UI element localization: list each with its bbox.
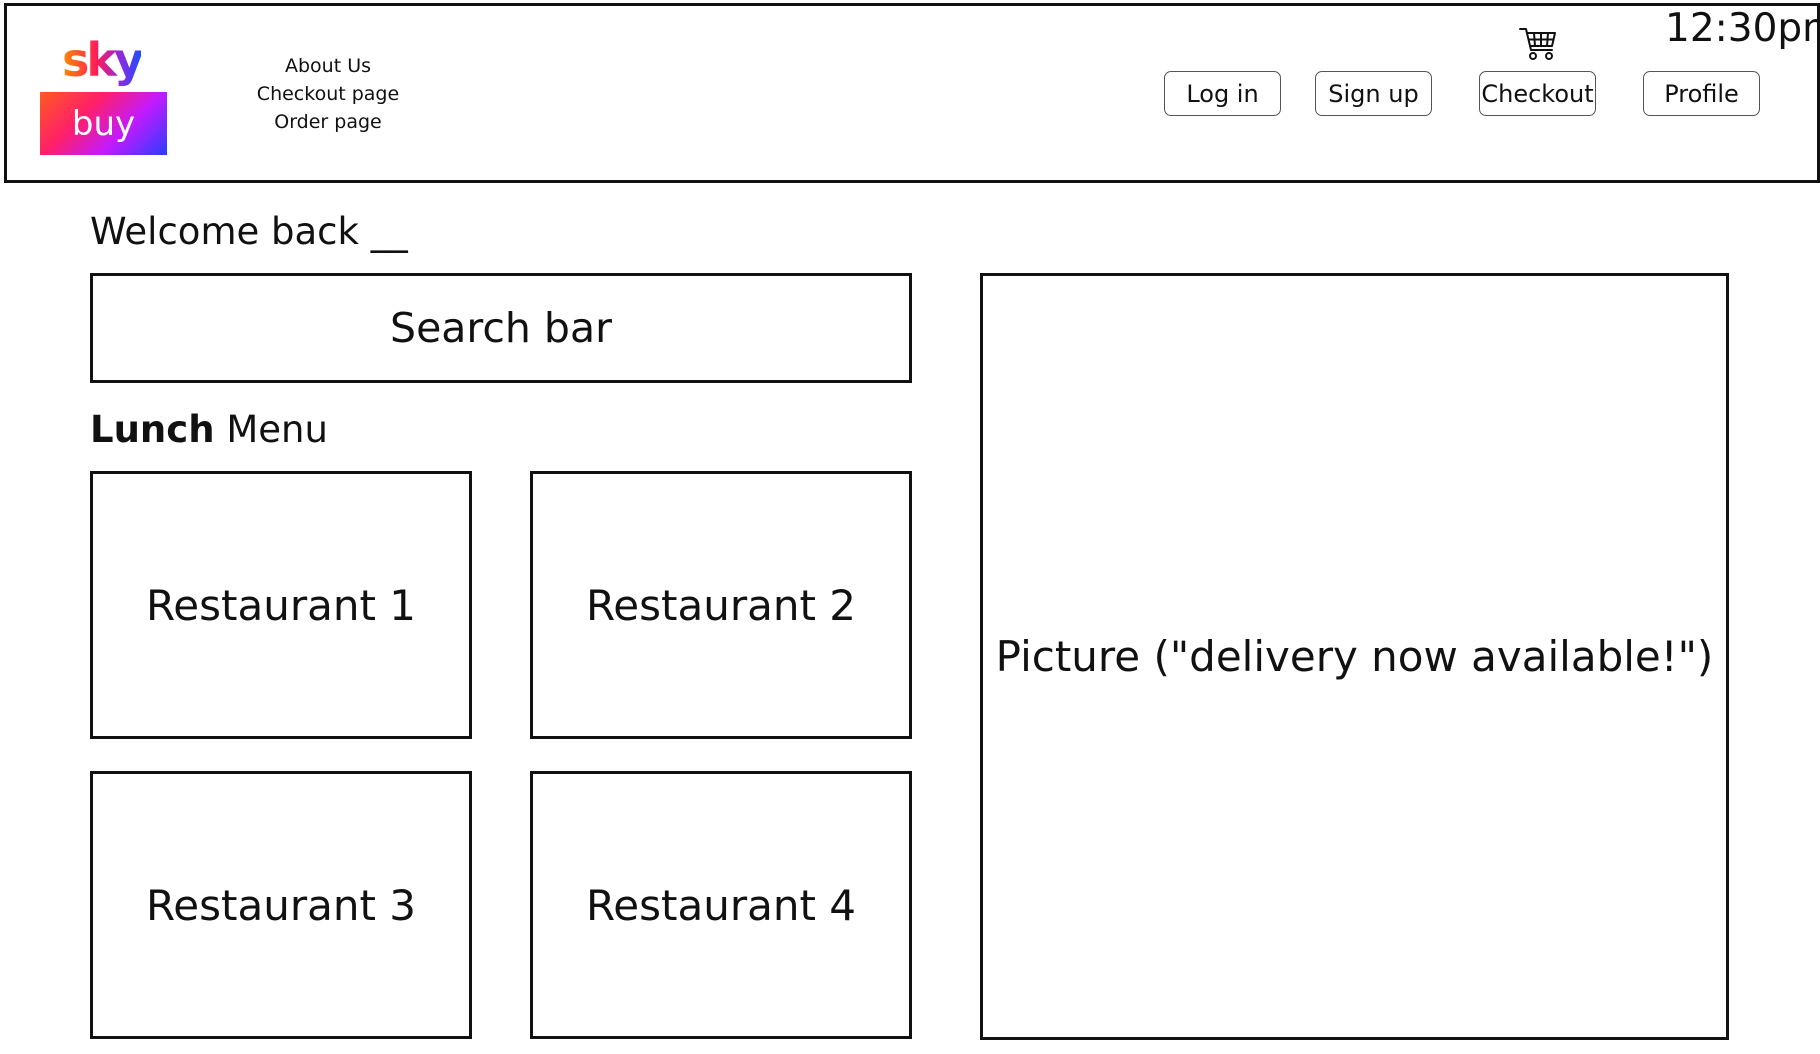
nav-link-checkout-page[interactable]: Checkout page: [248, 80, 408, 108]
promo-picture-placeholder: Picture ("delivery now available!"): [980, 273, 1729, 1040]
shopping-cart-icon[interactable]: [1518, 26, 1558, 62]
search-bar[interactable]: Search bar: [90, 273, 912, 383]
profile-button[interactable]: Profile: [1643, 71, 1760, 116]
restaurant-card-label: Restaurant 2: [585, 580, 856, 630]
clock-time: 12:30pm: [1665, 6, 1820, 51]
restaurant-card-2[interactable]: Restaurant 2: [530, 471, 912, 739]
restaurant-card-label: Restaurant 4: [585, 880, 856, 930]
search-bar-label: Search bar: [390, 304, 612, 352]
welcome-message: Welcome back __: [90, 210, 408, 253]
restaurant-card-label: Restaurant 3: [145, 880, 416, 930]
nav-links: About Us Checkout page Order page: [248, 52, 408, 136]
menu-title-bold: Lunch: [90, 408, 215, 451]
restaurant-card-1[interactable]: Restaurant 1: [90, 471, 472, 739]
nav-link-order-page[interactable]: Order page: [248, 108, 408, 136]
logo-buy-text: buy: [71, 103, 136, 144]
checkout-button[interactable]: Checkout: [1479, 71, 1596, 116]
signup-button[interactable]: Sign up: [1315, 71, 1432, 116]
logo-sky-text: sky: [62, 33, 144, 87]
sky-buy-logo[interactable]: sky buy: [36, 34, 167, 159]
login-button[interactable]: Log in: [1164, 71, 1281, 116]
restaurant-card-3[interactable]: Restaurant 3: [90, 771, 472, 1039]
restaurant-card-label: Restaurant 1: [145, 580, 416, 630]
restaurant-card-4[interactable]: Restaurant 4: [530, 771, 912, 1039]
logo-buy-tile: buy: [40, 92, 167, 155]
menu-title-rest: Menu: [226, 408, 328, 451]
promo-picture-label: Picture ("delivery now available!"): [995, 632, 1714, 681]
nav-link-about-us[interactable]: About Us: [248, 52, 408, 80]
menu-title: Lunch Menu: [90, 408, 328, 452]
